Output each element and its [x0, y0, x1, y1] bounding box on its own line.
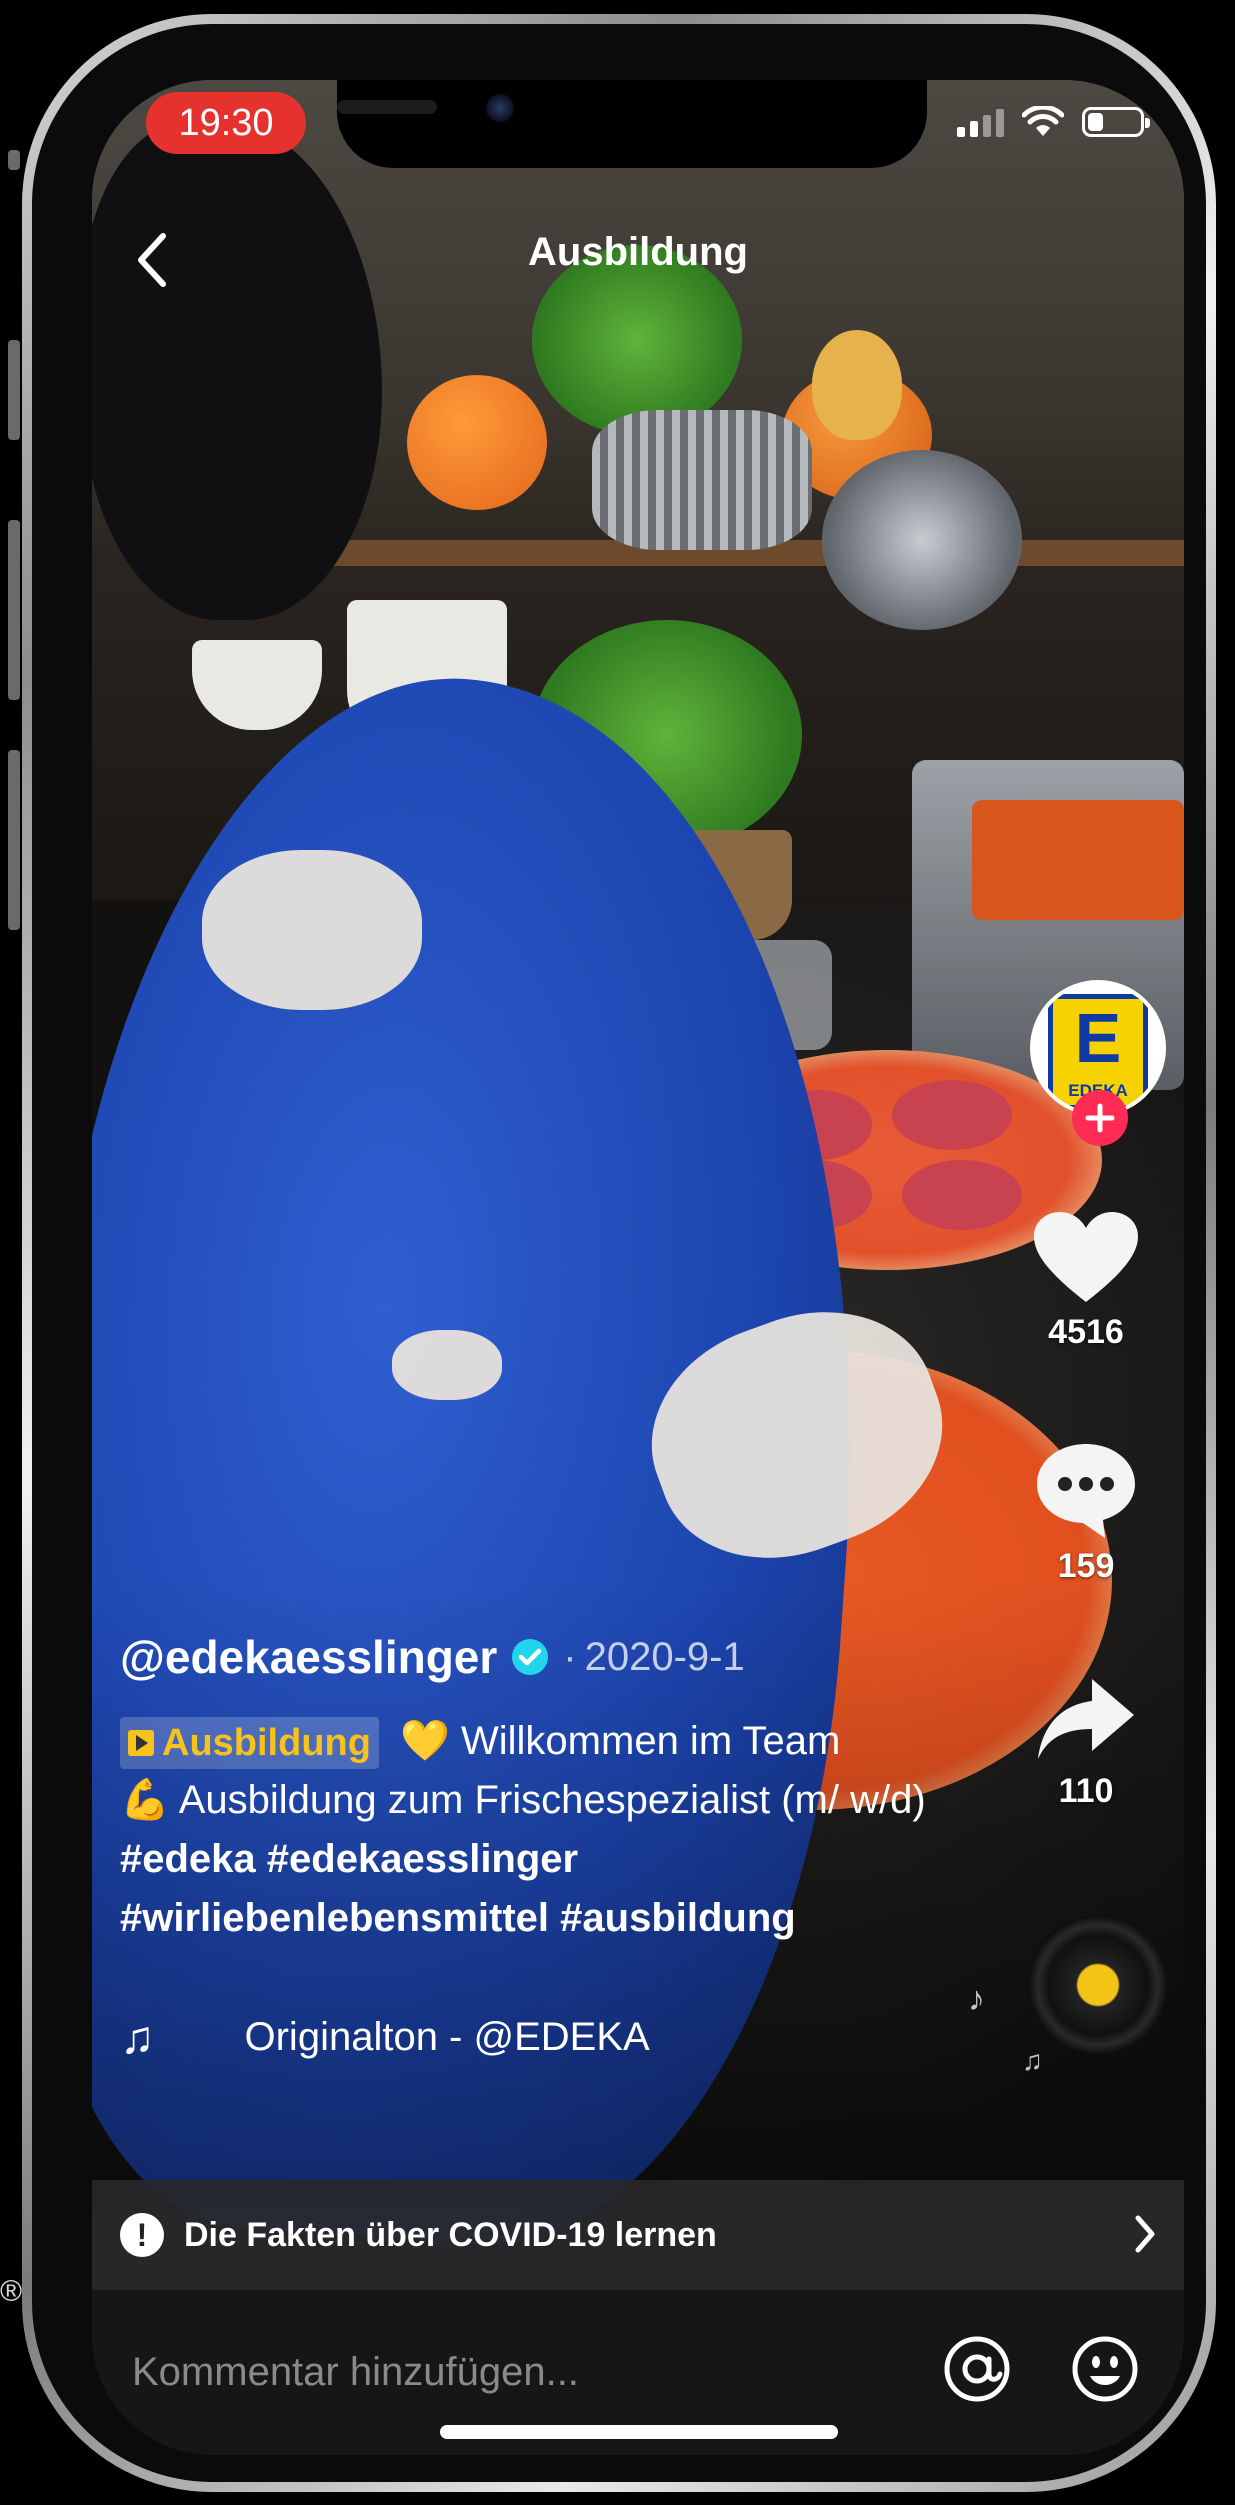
chevron-right-icon — [1135, 2215, 1155, 2253]
gloved-hand — [202, 850, 422, 1010]
covid-info-banner[interactable]: ! Die Fakten über COVID-19 lernen — [92, 2180, 1184, 2290]
share-button[interactable]: 110 — [1016, 1675, 1156, 1811]
hashtag-link[interactable]: #wirliebenlebensmittel — [120, 1896, 549, 1940]
follow-button[interactable] — [1072, 1090, 1128, 1146]
date-separator: · — [563, 1634, 577, 1679]
pumpkin — [407, 375, 547, 510]
playlist-chip-label: Ausbildung — [162, 1721, 371, 1764]
heart-icon — [1034, 1212, 1138, 1302]
verified-icon — [512, 1639, 549, 1675]
post-date: 2020-9-1 — [584, 1634, 745, 1679]
page-title: Ausbildung — [528, 230, 748, 274]
tomato-sauce — [972, 800, 1184, 920]
hashtag-link[interactable]: #ausbildung — [560, 1896, 796, 1940]
phone-side-button — [8, 150, 20, 170]
kitchen-utensils — [592, 410, 812, 550]
comment-count: 159 — [1057, 1547, 1115, 1585]
music-disc[interactable] — [1028, 1915, 1168, 2055]
music-note-icon: ♫ — [1022, 2045, 1043, 2076]
wifi-icon — [1022, 106, 1064, 136]
battery-icon — [1082, 107, 1150, 137]
alert-icon: ! — [120, 2213, 164, 2257]
status-time-label: 19:30 — [178, 101, 274, 144]
hashtag-link[interactable]: #edeka — [120, 1837, 256, 1881]
comment-button[interactable]: 159 — [1016, 1440, 1156, 1586]
phone-mute-switch — [8, 750, 20, 930]
phone-volume-down — [8, 520, 20, 700]
emoji-icon[interactable] — [1070, 2334, 1140, 2404]
share-count: 110 — [1058, 1772, 1114, 1810]
like-button[interactable]: 4516 — [1016, 1210, 1156, 1352]
front-camera — [486, 94, 514, 122]
comment-input[interactable] — [130, 2336, 914, 2408]
music-note-icon: ♪ — [968, 1980, 985, 2018]
caption-text-line1: Willkommen im Team — [449, 1719, 841, 1763]
gloved-hand — [392, 1330, 502, 1400]
plus-icon — [1085, 1103, 1115, 1133]
home-indicator — [440, 2425, 838, 2439]
app-screen: 19:30 Ausbildung E EDEKA 4516 — [92, 80, 1184, 2455]
like-count: 4516 — [1048, 1313, 1124, 1351]
video-caption: Ausbildung 💛 Willkommen im Team 💪 Ausbil… — [120, 1712, 980, 1948]
battery-level — [1088, 113, 1103, 131]
status-icons — [957, 106, 1150, 138]
squash — [812, 330, 902, 440]
covid-banner-text: Die Fakten über COVID-19 lernen — [184, 2215, 717, 2254]
creator-username[interactable]: @edekaesslinger — [120, 1630, 497, 1684]
status-time: 19:30 — [146, 92, 306, 154]
bowl-stack — [192, 640, 322, 730]
share-arrow-icon — [1038, 1679, 1134, 1759]
creator-info: @edekaesslinger · 2020-9-1 — [120, 1630, 745, 1684]
playlist-chip[interactable]: Ausbildung — [120, 1717, 379, 1770]
sound-label: Originalton - @EDEKA — [244, 2014, 650, 2059]
sound-link[interactable]: ♫ Originalton - @EDEKA — [120, 2010, 650, 2064]
music-note-icon: ♫ — [120, 2011, 155, 2063]
emoji-yellow-heart: 💛 — [400, 1719, 450, 1763]
speaker-grille — [337, 100, 437, 114]
hashtag-link[interactable]: #edekaesslinger — [267, 1837, 578, 1881]
phone-volume-up — [8, 340, 20, 440]
emoji-muscle: 💪 — [120, 1778, 170, 1822]
logo-letter: E — [1074, 999, 1122, 1077]
comment-bubble-icon — [1037, 1444, 1135, 1538]
strainer — [822, 450, 1022, 630]
playlist-icon — [128, 1730, 154, 1757]
at-icon[interactable] — [942, 2334, 1012, 2404]
caption-text-line2: Ausbildung zum Frischespezialist (m/ w/d… — [169, 1778, 926, 1822]
notch — [337, 80, 927, 168]
registered-mark: ® — [0, 2275, 23, 2308]
cellular-signal-icon — [957, 107, 1004, 137]
comment-bar — [92, 2290, 1184, 2455]
